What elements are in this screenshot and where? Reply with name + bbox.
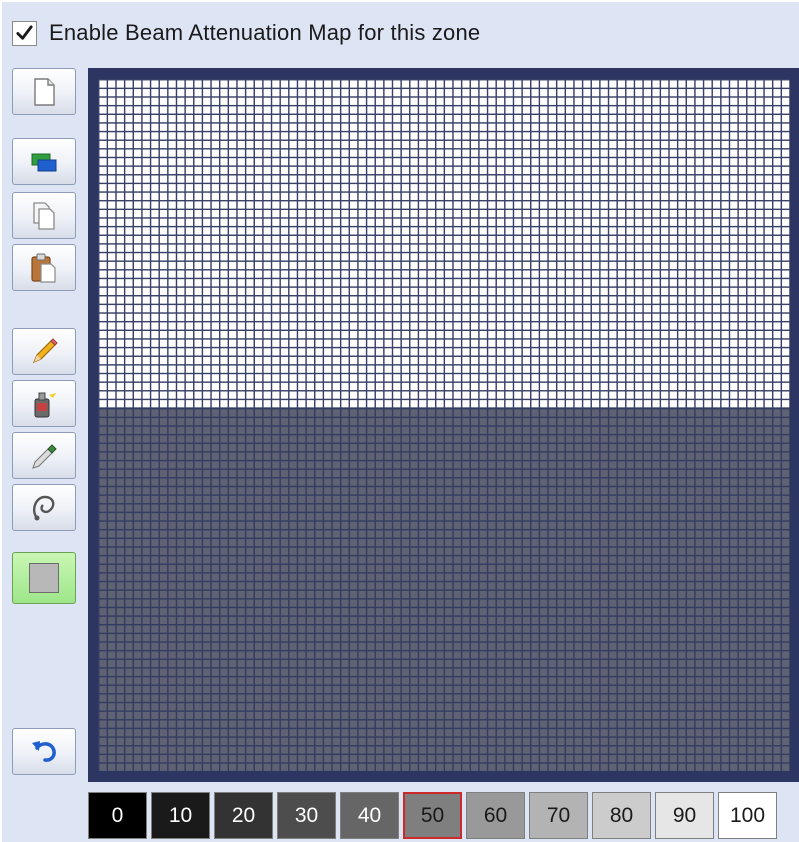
checkmark-icon xyxy=(16,24,33,40)
palette-swatch-80[interactable]: 80 xyxy=(592,792,651,839)
undo-icon xyxy=(32,740,56,762)
palette-swatch-30[interactable]: 30 xyxy=(277,792,336,839)
enable-row: Enable Beam Attenuation Map for this zon… xyxy=(12,16,480,50)
current-color-button[interactable] xyxy=(12,552,76,604)
lasso-tool-button[interactable] xyxy=(12,484,76,531)
palette-swatch-0[interactable]: 0 xyxy=(88,792,147,839)
layers-button[interactable] xyxy=(12,138,76,185)
enable-label: Enable Beam Attenuation Map for this zon… xyxy=(49,20,481,45)
copy-icon xyxy=(33,201,55,230)
new-map-button[interactable] xyxy=(12,68,76,115)
attenuation-grid-frame xyxy=(88,68,799,782)
attenuation-palette: 0 10 20 30 40 50 60 70 80 90 100 xyxy=(88,792,777,839)
enable-checkbox[interactable] xyxy=(12,20,37,46)
grid-region-upper[interactable] xyxy=(98,79,790,408)
palette-swatch-60[interactable]: 60 xyxy=(466,792,525,839)
palette-swatch-50[interactable]: 50 xyxy=(403,792,462,839)
layers-icon xyxy=(31,153,57,171)
blank-page-icon xyxy=(34,77,55,106)
palette-swatch-100[interactable]: 100 xyxy=(718,792,777,839)
undo-button[interactable] xyxy=(12,728,76,775)
grid-region-lower[interactable] xyxy=(98,408,790,771)
fill-tool-button[interactable] xyxy=(12,380,76,427)
eyedropper-tool-button[interactable] xyxy=(12,432,76,479)
palette-swatch-10[interactable]: 10 xyxy=(151,792,210,839)
paste-button[interactable] xyxy=(12,244,76,291)
lasso-icon xyxy=(33,495,55,520)
clipboard-icon xyxy=(31,253,56,283)
pencil-tool-button[interactable] xyxy=(12,328,76,375)
attenuation-grid[interactable] xyxy=(98,79,790,771)
copy-button[interactable] xyxy=(12,192,76,239)
palette-swatch-90[interactable]: 90 xyxy=(655,792,714,839)
beam-attenuation-panel: Enable Beam Attenuation Map for this zon… xyxy=(2,2,799,842)
palette-swatch-40[interactable]: 40 xyxy=(340,792,399,839)
palette-swatch-70[interactable]: 70 xyxy=(529,792,588,839)
paint-bucket-icon xyxy=(34,392,56,417)
pencil-icon xyxy=(32,337,58,363)
palette-swatch-20[interactable]: 20 xyxy=(214,792,273,839)
eyedropper-icon xyxy=(32,443,57,469)
color-swatch-icon xyxy=(29,563,59,593)
